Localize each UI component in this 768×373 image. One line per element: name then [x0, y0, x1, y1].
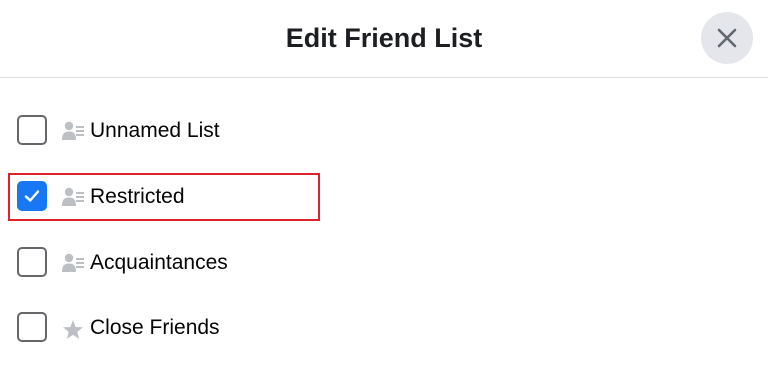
checkbox-close-friends[interactable] [17, 312, 47, 342]
close-icon [717, 28, 737, 48]
checkbox-acquaintances[interactable] [17, 247, 47, 277]
checkbox-restricted[interactable] [17, 181, 47, 211]
list-item-unnamed-list[interactable]: Unnamed List [0, 109, 768, 153]
list-item-close-friends[interactable]: Close Friends [0, 306, 768, 350]
list-item-label: Acquaintances [90, 251, 228, 274]
checkbox-unnamed-list[interactable] [17, 115, 47, 145]
list-item-label: Restricted [90, 185, 185, 208]
star-icon [63, 320, 83, 339]
dialog-title: Edit Friend List [285, 23, 483, 53]
list-item-acquaintances[interactable]: Acquaintances [0, 241, 768, 285]
checkmark-icon [24, 190, 40, 202]
close-button[interactable] [701, 12, 753, 64]
dialog-header: Edit Friend List [0, 0, 768, 78]
friend-list-icon [62, 253, 84, 272]
list-item-label: Close Friends [90, 316, 220, 339]
list-item-label: Unnamed List [90, 119, 220, 142]
list-item-restricted[interactable]: Restricted [0, 175, 768, 219]
friend-list-icon [62, 121, 84, 140]
friend-list-icon [62, 187, 84, 206]
